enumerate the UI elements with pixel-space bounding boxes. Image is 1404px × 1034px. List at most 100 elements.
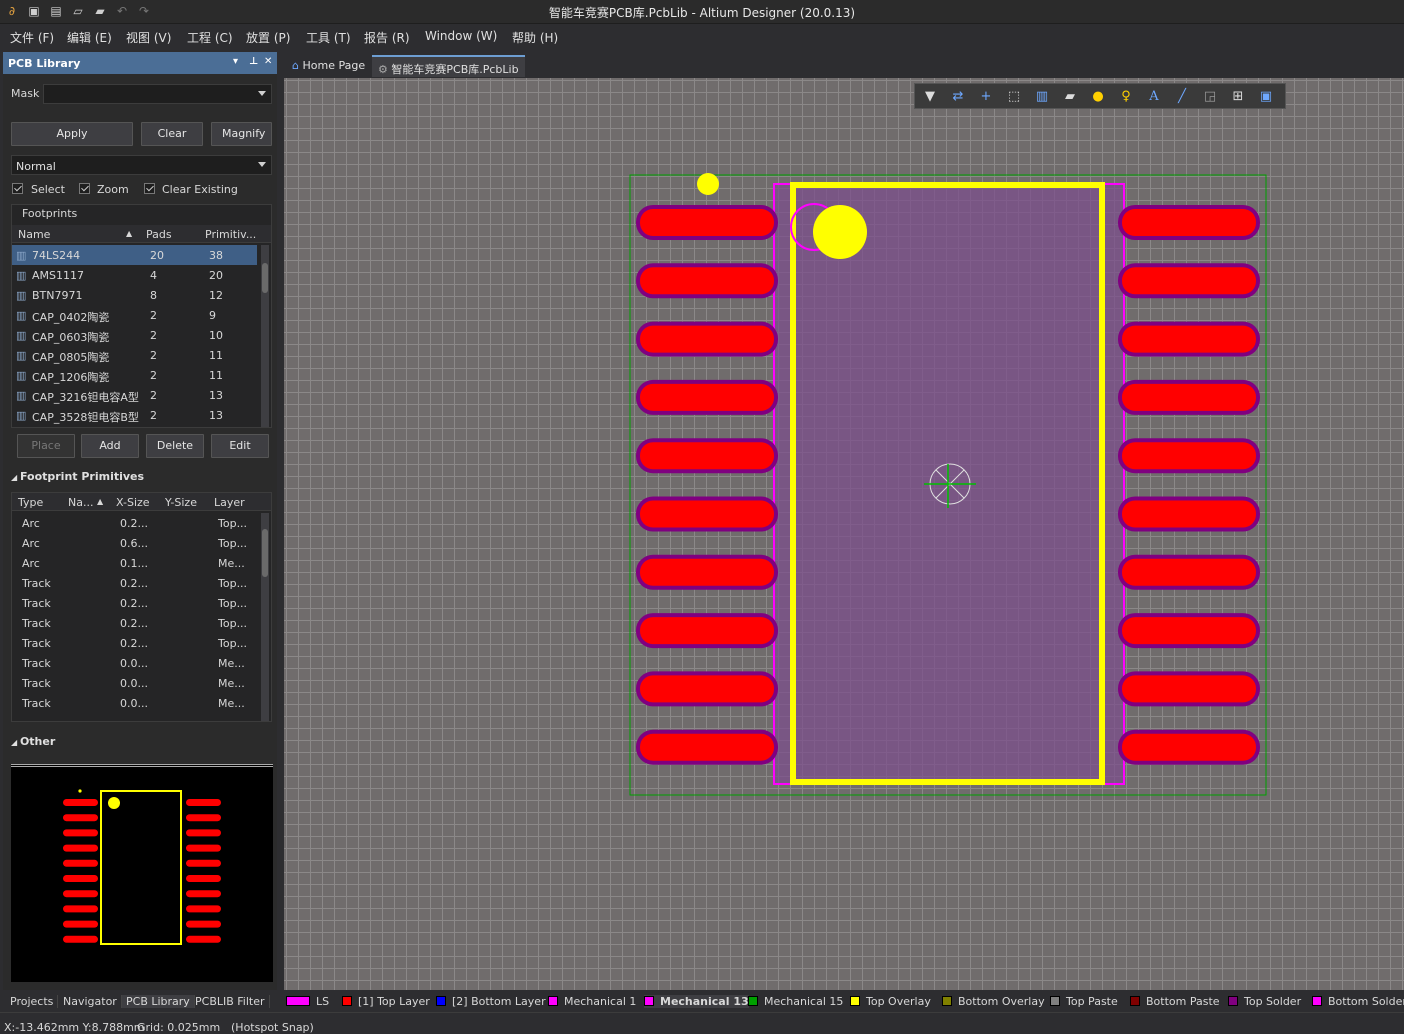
smd-pad[interactable] bbox=[1122, 383, 1256, 411]
align-icon[interactable]: ▥ bbox=[1033, 88, 1051, 106]
menu-file[interactable]: 文件 (F) bbox=[10, 29, 54, 46]
footprint-row[interactable]: ▥ CAP_3528钽电容B型 2 13 bbox=[12, 405, 257, 425]
footprint-row[interactable]: ▥ BTN7971 8 12 bbox=[12, 285, 257, 305]
smd-pad[interactable] bbox=[640, 733, 774, 761]
col-y-size[interactable]: Y-Size bbox=[165, 496, 197, 509]
component-icon[interactable]: ▰ bbox=[1061, 88, 1079, 106]
primitive-row[interactable]: Track 0.2... Top... bbox=[12, 573, 257, 593]
col-name[interactable]: Name bbox=[18, 228, 50, 241]
add-button[interactable]: Add bbox=[81, 434, 139, 458]
tab-pcblib-document[interactable]: ⚙ 智能车竞赛PCB库.PcbLib bbox=[372, 55, 525, 77]
delete-button[interactable]: Delete bbox=[146, 434, 204, 458]
close-icon[interactable]: ✕ bbox=[264, 56, 272, 67]
layer-tab[interactable]: [1] Top Layer bbox=[342, 995, 430, 1008]
clear-existing-checkbox[interactable] bbox=[144, 183, 155, 194]
layer-tab[interactable]: [2] Bottom Layer bbox=[436, 995, 546, 1008]
menu-reports[interactable]: 报告 (R) bbox=[364, 29, 410, 46]
smd-pad[interactable] bbox=[640, 500, 774, 528]
menu-view[interactable]: 视图 (V) bbox=[126, 29, 171, 46]
scroll-thumb[interactable] bbox=[262, 529, 268, 577]
measure-icon[interactable]: ⊞ bbox=[1229, 88, 1247, 106]
line-icon[interactable]: ╱ bbox=[1173, 88, 1191, 106]
footprint-row[interactable]: ▥ CAP_0805陶瓷 2 11 bbox=[12, 345, 257, 365]
pin-icon[interactable]: ⊥ bbox=[249, 56, 258, 67]
smd-pad[interactable] bbox=[640, 675, 774, 703]
primitive-row[interactable]: Track 0.0... Me... bbox=[12, 673, 257, 693]
menu-edit[interactable]: 编辑 (E) bbox=[67, 29, 112, 46]
col-na[interactable]: Na... bbox=[68, 496, 93, 509]
chevron-down-icon[interactable] bbox=[258, 91, 266, 96]
layer-tab[interactable]: Bottom Overlay bbox=[942, 995, 1045, 1008]
footprint-row[interactable]: ▥ 74LS244 20 38 bbox=[12, 245, 257, 265]
smd-pad[interactable] bbox=[640, 209, 774, 236]
footprint-row[interactable]: ▥ AMS1117 4 20 bbox=[12, 265, 257, 285]
primitives-section-title[interactable]: ◢ Footprint Primitives bbox=[11, 470, 144, 483]
tab-home-page[interactable]: ⌂ Home Page bbox=[286, 55, 371, 77]
layer-tab[interactable]: LS bbox=[286, 995, 329, 1008]
menu-tools[interactable]: 工具 (T) bbox=[306, 29, 351, 46]
apply-button[interactable]: Apply bbox=[11, 122, 133, 146]
tab-pcblib-filter[interactable]: PCBLIB Filter bbox=[191, 995, 270, 1008]
smd-pad[interactable] bbox=[640, 558, 774, 586]
menu-project[interactable]: 工程 (C) bbox=[187, 29, 233, 46]
primitives-scrollbar[interactable] bbox=[261, 513, 269, 721]
clear-button[interactable]: Clear bbox=[141, 122, 203, 146]
smd-pad[interactable] bbox=[640, 617, 774, 645]
primitive-row[interactable]: Arc 0.6... Top... bbox=[12, 533, 257, 553]
layer-tab[interactable]: Bottom Solder bbox=[1312, 995, 1404, 1008]
menu-place[interactable]: 放置 (P) bbox=[246, 29, 290, 46]
footprint-row[interactable]: ▥ CAP_0603陶瓷 2 10 bbox=[12, 325, 257, 345]
filter-icon[interactable]: ▼ bbox=[921, 88, 939, 106]
menu-help[interactable]: 帮助 (H) bbox=[512, 29, 558, 46]
smd-pad[interactable] bbox=[1122, 442, 1256, 470]
layer-tab[interactable]: Top Overlay bbox=[850, 995, 931, 1008]
scroll-thumb[interactable] bbox=[262, 263, 268, 293]
primitive-row[interactable]: Track 0.2... Top... bbox=[12, 633, 257, 653]
tab-navigator[interactable]: Navigator bbox=[59, 995, 122, 1008]
smd-pad[interactable] bbox=[640, 325, 774, 353]
primitive-row[interactable]: Track 0.2... Top... bbox=[12, 593, 257, 613]
mask-input[interactable] bbox=[43, 84, 272, 104]
smd-pad[interactable] bbox=[1122, 617, 1256, 645]
edit-button[interactable]: Edit bbox=[211, 434, 269, 458]
primitive-row[interactable]: Track 0.2... Top... bbox=[12, 613, 257, 633]
crosshair-icon[interactable]: + bbox=[977, 88, 995, 106]
tab-projects[interactable]: Projects bbox=[6, 995, 59, 1008]
primitive-row[interactable]: Arc 0.2... Top... bbox=[12, 513, 257, 533]
layer-tab[interactable]: Mechanical 1 bbox=[548, 995, 636, 1008]
col-pads[interactable]: Pads bbox=[146, 228, 172, 241]
smd-pad[interactable] bbox=[1122, 209, 1256, 236]
select-checkbox[interactable] bbox=[12, 183, 23, 194]
primitive-row[interactable]: Arc 0.1... Me... bbox=[12, 553, 257, 573]
footprint-row[interactable]: ▥ CAP_0402陶瓷 2 9 bbox=[12, 305, 257, 325]
layer-tab[interactable]: Top Paste bbox=[1050, 995, 1118, 1008]
zoom-checkbox[interactable] bbox=[79, 183, 90, 194]
select-rect-icon[interactable]: ⬚ bbox=[1005, 88, 1023, 106]
smd-pad[interactable] bbox=[1122, 500, 1256, 528]
footprints-scrollbar[interactable] bbox=[261, 245, 269, 427]
other-section-title[interactable]: ◢ Other bbox=[11, 735, 55, 748]
magnify-button[interactable]: Magnify bbox=[211, 122, 272, 146]
smd-pad[interactable] bbox=[1122, 267, 1256, 295]
smd-pad[interactable] bbox=[640, 383, 774, 411]
pad-icon[interactable]: ● bbox=[1089, 88, 1107, 106]
smd-pad[interactable] bbox=[640, 442, 774, 470]
chevron-down-icon[interactable] bbox=[258, 162, 266, 167]
menu-window[interactable]: Window (W) bbox=[425, 29, 497, 43]
layer-tab[interactable]: Mechanical 15 bbox=[748, 995, 843, 1008]
tab-pcb-library[interactable]: PCB Library bbox=[122, 995, 195, 1008]
layer-tab[interactable]: Bottom Paste bbox=[1130, 995, 1220, 1008]
view-icon[interactable]: ▣ bbox=[1257, 88, 1275, 106]
collapse-icon[interactable]: ◢ bbox=[11, 473, 20, 482]
smd-pad[interactable] bbox=[1122, 675, 1256, 703]
place-button[interactable]: Place bbox=[17, 434, 75, 458]
col-layer[interactable]: Layer bbox=[214, 496, 245, 509]
footprint-row[interactable]: ▥ CAP_3216钽电容A型 2 13 bbox=[12, 385, 257, 405]
col-x-size[interactable]: X-Size bbox=[116, 496, 150, 509]
smd-pad[interactable] bbox=[640, 267, 774, 295]
collapse-icon[interactable]: ◢ bbox=[11, 738, 20, 747]
col-type[interactable]: Type bbox=[18, 496, 43, 509]
smd-pad[interactable] bbox=[1122, 325, 1256, 353]
footprint-row[interactable]: ▥ CAP_1206陶瓷 2 11 bbox=[12, 365, 257, 385]
panel-menu-icon[interactable]: ▾ bbox=[233, 56, 238, 67]
